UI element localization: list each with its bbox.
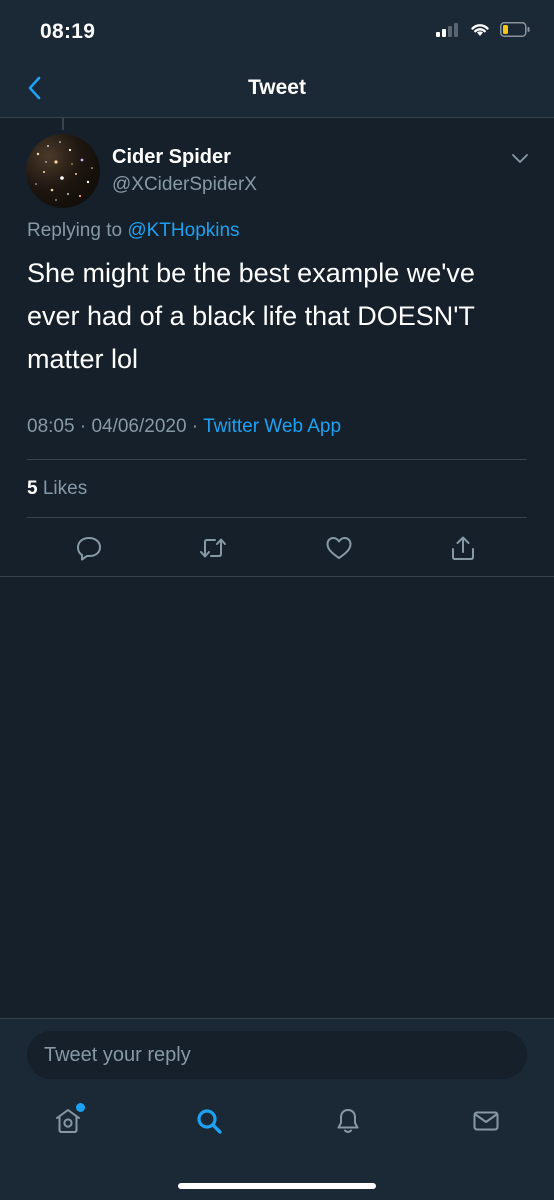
tab-search[interactable]: [189, 1101, 229, 1145]
replying-to: Replying to @KTHopkins: [27, 220, 240, 242]
wifi-icon: [470, 22, 490, 42]
avatar[interactable]: [26, 134, 100, 208]
like-icon: [325, 535, 353, 566]
tweet-detail-screen: 08:19 Tweet Cider Spider @XCiderSpiderX …: [0, 0, 554, 1200]
home-indicator[interactable]: [178, 1183, 376, 1189]
retweet-icon: [198, 535, 228, 566]
messages-icon: [471, 1106, 501, 1141]
starfield-avatar-image: [35, 141, 93, 201]
tab-notifications[interactable]: [328, 1101, 368, 1145]
tweet-date: 04/06/2020: [91, 416, 187, 437]
tweet-text: She might be the best example we've ever…: [27, 258, 475, 374]
meta-separator: ·: [186, 416, 204, 437]
tweet-source-link[interactable]: Twitter Web App: [203, 416, 341, 437]
page-title: Tweet: [248, 76, 306, 99]
status-icons: [436, 22, 530, 42]
meta-separator: ·: [74, 416, 92, 437]
tweet-actions: [27, 532, 527, 568]
notifications-icon: [333, 1106, 363, 1141]
search-icon: [194, 1106, 224, 1141]
divider: [27, 517, 527, 518]
tab-messages[interactable]: [466, 1101, 506, 1145]
author-handle[interactable]: @XCiderSpiderX: [112, 174, 257, 196]
reply-placeholder: Tweet your reply: [44, 1043, 191, 1066]
reply-button[interactable]: [71, 532, 107, 568]
author-name[interactable]: Cider Spider: [112, 146, 231, 169]
likes-count: 5: [27, 478, 38, 499]
reply-input[interactable]: Tweet your reply: [27, 1031, 527, 1079]
tab-bar: [0, 1101, 554, 1145]
retweet-button[interactable]: [195, 532, 231, 568]
home-notification-dot: [76, 1103, 85, 1112]
more-options-button[interactable]: [508, 148, 532, 172]
chevron-down-icon: [511, 151, 529, 169]
status-bar: 08:19: [0, 0, 554, 62]
nav-bar: Tweet: [0, 62, 554, 118]
battery-icon: [500, 22, 530, 42]
bottom-bar: Tweet your reply: [0, 1018, 554, 1200]
thread-line: [62, 118, 64, 130]
tweet: Cider Spider @XCiderSpiderX Replying to …: [0, 118, 554, 577]
likes-label: Likes: [37, 478, 88, 499]
share-button[interactable]: [445, 532, 481, 568]
reply-icon: [75, 534, 103, 567]
likes-link[interactable]: 5 Likes: [27, 478, 87, 500]
share-icon: [449, 534, 477, 567]
replying-mention-link[interactable]: @KTHopkins: [127, 220, 239, 241]
tweet-meta: 08:05 · 04/06/2020 · Twitter Web App: [27, 416, 341, 438]
tweet-time: 08:05: [27, 416, 75, 437]
tab-home[interactable]: [48, 1101, 88, 1145]
replying-prefix: Replying to: [27, 220, 128, 241]
divider: [27, 459, 527, 460]
like-button[interactable]: [321, 532, 357, 568]
status-time: 08:19: [40, 20, 96, 43]
cellular-signal-icon: [436, 22, 460, 42]
